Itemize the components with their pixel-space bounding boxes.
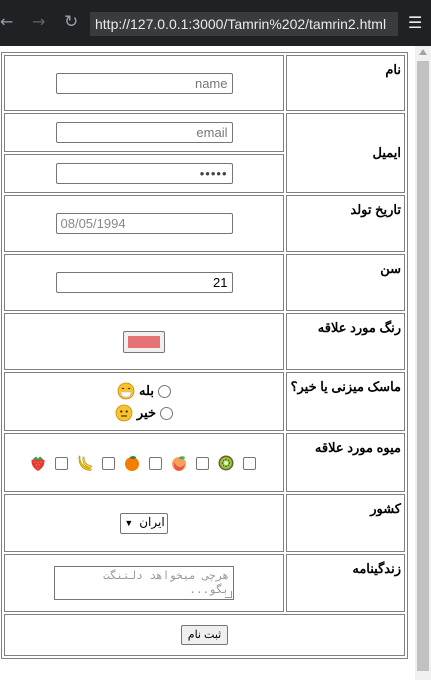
color-label: رنگ مورد علاقه — [286, 313, 405, 370]
bio-field-cell: هرچی میخواهد دلتنگت بگو... — [4, 554, 284, 612]
reload-icon[interactable]: ↻ — [64, 13, 78, 31]
submit-cell: ثبت نام — [4, 614, 405, 656]
fruit-checkbox-peach[interactable] — [196, 456, 210, 470]
submit-button[interactable]: ثبت نام — [180, 625, 229, 646]
back-arrow-icon[interactable]: ← — [0, 13, 13, 31]
fruits-label: میوه مورد علاقه — [286, 433, 405, 492]
country-field-cell: ایران ▼ — [4, 494, 284, 552]
country-select[interactable]: ایران ▼ — [120, 512, 168, 534]
fruits-field-cell — [4, 433, 284, 492]
color-swatch — [128, 335, 160, 348]
mask-yes-label: بله — [139, 382, 154, 398]
password-field-cell: ••••• — [4, 154, 284, 193]
chevron-down-icon: ▼ — [124, 517, 134, 528]
fruit-checkbox-tangerine[interactable] — [149, 456, 163, 470]
mask-option-no: خیر — [5, 402, 283, 424]
tangerine-icon — [124, 456, 139, 472]
browser-toolbar: ← → ↻ http://127.0.0.1:3000/Tamrin%202/t… — [0, 0, 431, 46]
address-bar[interactable]: http://127.0.0.1:3000/Tamrin%202/tamrin2… — [90, 12, 398, 36]
page-content: name نام email ایمیل ••••• 08/05/1994 تا… — [0, 46, 415, 680]
mask-face-icon — [118, 382, 135, 400]
resize-grip-icon[interactable] — [225, 591, 232, 598]
email-field-cell: email — [4, 113, 284, 152]
fruit-checkbox-kiwi[interactable] — [243, 456, 257, 470]
vertical-scrollbar[interactable] — [415, 46, 431, 680]
bio-textarea[interactable]: هرچی میخواهد دلتنگت بگو... — [54, 566, 234, 600]
birthdate-label: تاریخ تولد — [286, 195, 405, 252]
fruit-checkbox-banana[interactable] — [101, 456, 115, 470]
scroll-up-arrow-icon[interactable] — [419, 49, 427, 55]
hamburger-menu-icon[interactable]: ☰ — [408, 13, 422, 32]
mask-no-radio[interactable] — [159, 406, 173, 420]
scrollbar-thumb[interactable] — [417, 61, 429, 671]
password-input[interactable]: ••••• — [55, 163, 233, 184]
mask-label: ماسک میزنی یا خیر؟ — [286, 372, 405, 431]
mask-no-label: خیر — [136, 404, 157, 420]
mask-field-cell: بله خیر — [4, 372, 284, 431]
email-label: ایمیل — [286, 113, 405, 193]
mask-option-yes: بله — [5, 380, 283, 402]
email-input[interactable]: email — [55, 122, 233, 143]
age-field-cell: 21 — [4, 254, 284, 311]
color-field-cell — [4, 313, 284, 370]
kiwi-icon — [218, 455, 234, 471]
banana-icon — [78, 455, 93, 472]
peach-icon — [172, 456, 187, 472]
country-selected-value: ایران — [139, 514, 165, 529]
name-input[interactable]: name — [55, 72, 233, 94]
forward-arrow-icon[interactable]: → — [32, 13, 45, 31]
fruit-checkbox-strawberry[interactable] — [54, 456, 68, 470]
neutral-face-icon — [115, 404, 133, 422]
strawberry-icon — [31, 456, 45, 472]
name-field-cell: name — [4, 55, 284, 111]
country-label: کشور — [286, 494, 405, 552]
name-label: نام — [286, 55, 405, 111]
bio-label: زندگینامه — [286, 554, 405, 612]
bio-placeholder: هرچی میخواهد دلتنگت بگو... — [103, 569, 229, 596]
mask-yes-radio[interactable] — [157, 384, 171, 398]
age-input[interactable]: 21 — [55, 272, 233, 293]
signup-form-table: name نام email ایمیل ••••• 08/05/1994 تا… — [1, 52, 408, 659]
age-label: سن — [286, 254, 405, 311]
fruit-options — [5, 453, 283, 473]
birthdate-input[interactable]: 08/05/1994 — [55, 213, 233, 234]
birthdate-field-cell: 08/05/1994 — [4, 195, 284, 252]
color-picker[interactable] — [123, 330, 165, 353]
